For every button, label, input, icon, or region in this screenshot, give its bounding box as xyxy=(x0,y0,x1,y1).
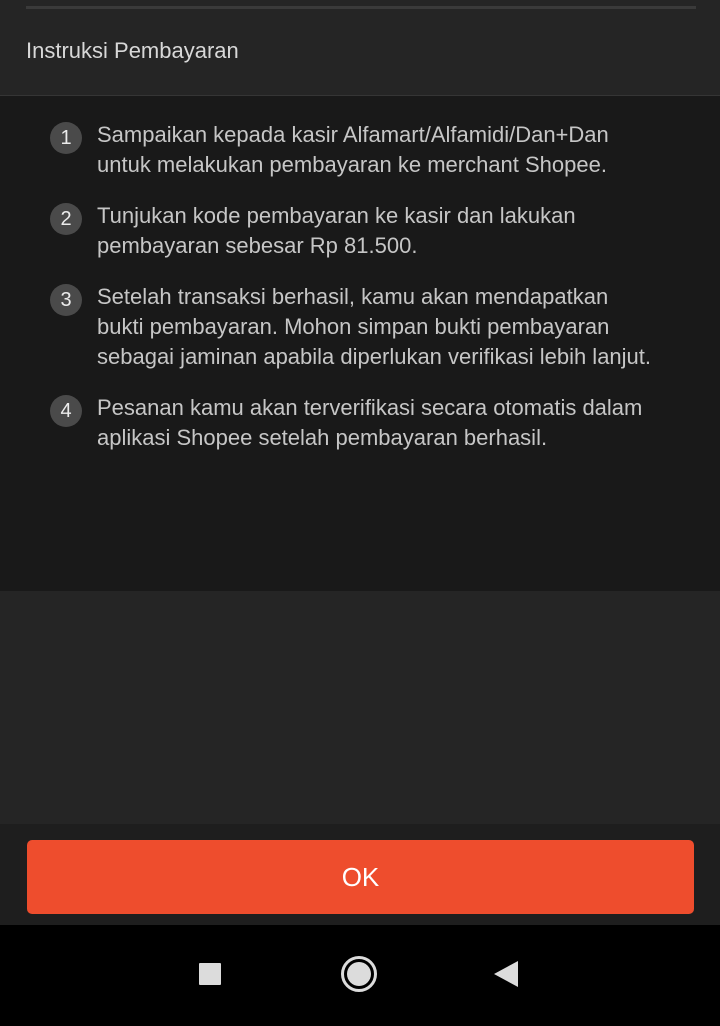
instruction-step-1: 1 Sampaikan kepada kasir Alfamart/Alfami… xyxy=(50,120,670,180)
instruction-step-4: 4 Pesanan kamu akan terverifikasi secara… xyxy=(50,393,670,453)
circle-home-icon xyxy=(341,956,377,992)
step-text: Setelah transaksi berhasil, kamu akan me… xyxy=(97,284,652,369)
step-text: Tunjukan kode pembayaran ke kasir dan la… xyxy=(97,203,576,258)
step-number-badge: 4 xyxy=(50,395,82,427)
back-button[interactable] xyxy=(481,949,531,999)
instruction-steps: 1 Sampaikan kepada kasir Alfamart/Alfami… xyxy=(50,120,670,474)
step-text: Pesanan kamu akan terverifikasi secara o… xyxy=(97,395,643,450)
square-recent-apps-icon xyxy=(199,963,221,985)
triangle-back-icon xyxy=(494,961,518,987)
step-text: Sampaikan kepada kasir Alfamart/Alfamidi… xyxy=(97,122,609,177)
dialog-footer: OK xyxy=(0,824,720,925)
step-number-badge: 2 xyxy=(50,203,82,235)
payment-instructions-screen: Instruksi Pembayaran 1 Sampaikan kepada … xyxy=(0,0,720,1026)
home-button[interactable] xyxy=(334,949,384,999)
step-number-badge: 3 xyxy=(50,284,82,316)
dialog-title: Instruksi Pembayaran xyxy=(26,38,239,63)
instruction-step-3: 3 Setelah transaksi berhasil, kamu akan … xyxy=(50,282,670,372)
step-number-badge: 1 xyxy=(50,122,82,154)
top-divider xyxy=(26,6,696,9)
ok-button[interactable]: OK xyxy=(27,840,694,914)
instructions-panel: 1 Sampaikan kepada kasir Alfamart/Alfami… xyxy=(0,96,720,591)
instruction-step-2: 2 Tunjukan kode pembayaran ke kasir dan … xyxy=(50,201,670,261)
system-navigation-bar xyxy=(0,925,720,1026)
recent-apps-button[interactable] xyxy=(185,949,235,999)
dialog-header: Instruksi Pembayaran xyxy=(0,10,720,96)
